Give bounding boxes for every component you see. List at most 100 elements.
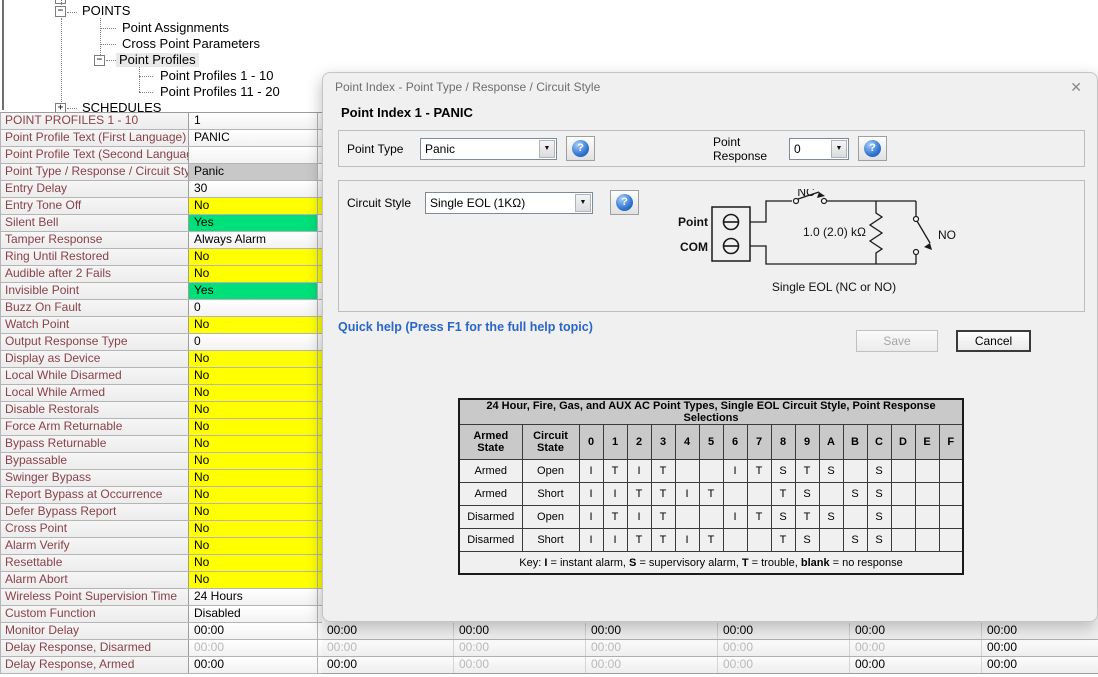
table-row[interactable]: Disable RestoralsNo <box>1 402 322 419</box>
table-row[interactable]: Swinger BypassNo <box>1 470 322 487</box>
time-cell[interactable]: 00:00 <box>586 623 718 639</box>
table-row[interactable]: Defer Bypass ReportNo <box>1 504 322 521</box>
time-cell[interactable]: 00:00 <box>850 657 982 673</box>
row-value[interactable]: 24 Hours <box>189 589 318 605</box>
row-value[interactable]: Yes <box>189 283 318 299</box>
table-row[interactable]: Wireless Point Supervision Time24 Hours <box>1 589 322 606</box>
row-value[interactable]: Disabled <box>189 606 318 622</box>
row-value[interactable]: 0 <box>189 300 318 316</box>
row-value[interactable] <box>189 147 318 163</box>
table-row[interactable]: Cross PointNo <box>1 521 322 538</box>
table-row[interactable]: Watch PointNo <box>1 317 322 334</box>
tree-item-points[interactable]: POINTS <box>79 4 133 18</box>
row-value[interactable]: No <box>189 351 318 367</box>
time-cell[interactable]: 00:00 <box>586 657 718 673</box>
table-row[interactable]: Delay Response, Armed00:00 <box>1 657 322 674</box>
point-type-dropdown[interactable]: Panic ▼ <box>420 138 557 160</box>
table-row[interactable]: Alarm AbortNo <box>1 572 322 589</box>
table-row[interactable]: Buzz On Fault0 <box>1 300 322 317</box>
expander-icon[interactable]: − <box>55 6 66 17</box>
table-row[interactable]: Tamper ResponseAlways Alarm <box>1 232 322 249</box>
row-value[interactable]: No <box>189 368 318 384</box>
row-value[interactable]: No <box>189 198 318 214</box>
table-row[interactable]: Monitor Delay00:00 <box>1 623 322 640</box>
row-value[interactable]: No <box>189 419 318 435</box>
row-value[interactable]: No <box>189 572 318 588</box>
table-row[interactable]: Invisible PointYes <box>1 283 322 300</box>
time-cell[interactable]: 00:00 <box>322 623 454 639</box>
quick-help-link[interactable]: Quick help (Press F1 for the full help t… <box>338 320 593 334</box>
tree-item-point-profiles-11-20[interactable]: Point Profiles 11 - 20 <box>157 85 283 99</box>
table-row[interactable]: Ring Until RestoredNo <box>1 249 322 266</box>
table-row[interactable]: Delay Response, Disarmed00:00 <box>1 640 322 657</box>
table-row[interactable]: Entry Tone OffNo <box>1 198 322 215</box>
table-row[interactable]: ResettableNo <box>1 555 322 572</box>
table-row[interactable]: Silent BellYes <box>1 215 322 232</box>
row-value[interactable]: 00:00 <box>189 657 318 673</box>
time-cell[interactable]: 00:00 <box>718 640 850 656</box>
row-value[interactable]: No <box>189 487 318 503</box>
row-value[interactable]: No <box>189 470 318 486</box>
time-cell[interactable]: 00:00 <box>454 623 586 639</box>
row-value[interactable]: Always Alarm <box>189 232 318 248</box>
row-value[interactable]: Panic <box>189 164 318 180</box>
table-row[interactable]: Report Bypass at OccurrenceNo <box>1 487 322 504</box>
chevron-down-icon[interactable]: ▼ <box>575 194 591 212</box>
time-cell[interactable]: 00:00 <box>454 640 586 656</box>
tree-item-point-profiles[interactable]: Point Profiles <box>116 53 199 67</box>
row-value[interactable]: No <box>189 402 318 418</box>
save-button[interactable]: Save <box>856 330 938 352</box>
row-value[interactable]: No <box>189 538 318 554</box>
table-row[interactable]: BypassableNo <box>1 453 322 470</box>
table-row[interactable]: Point Type / Response / Circuit StylePan… <box>1 164 322 181</box>
time-cell[interactable]: 00:00 <box>982 657 1098 673</box>
table-row[interactable]: POINT PROFILES 1 - 101 <box>1 113 322 130</box>
row-value[interactable]: PANIC <box>189 130 318 146</box>
point-type-help-button[interactable]: ? <box>566 136 595 161</box>
row-value[interactable]: 0 <box>189 334 318 350</box>
circuit-style-dropdown[interactable]: Single EOL (1KΩ) ▼ <box>425 192 593 214</box>
close-icon[interactable]: ✕ <box>1070 80 1082 94</box>
time-cell[interactable]: 00:00 <box>982 623 1098 639</box>
tree-item-point-assignments[interactable]: Point Assignments <box>119 21 232 35</box>
table-row[interactable]: Alarm VerifyNo <box>1 538 322 555</box>
row-value[interactable]: No <box>189 266 318 282</box>
table-row[interactable]: Point Profile Text (First Language)PANIC <box>1 130 322 147</box>
row-value[interactable]: No <box>189 504 318 520</box>
time-cell[interactable]: 00:00 <box>718 623 850 639</box>
chevron-down-icon[interactable]: ▼ <box>539 140 555 158</box>
time-cell[interactable]: 00:00 <box>850 640 982 656</box>
circuit-style-help-button[interactable]: ? <box>610 190 639 215</box>
tree-item-point-profiles-1-10[interactable]: Point Profiles 1 - 10 <box>157 69 276 83</box>
table-row[interactable]: Local While DisarmedNo <box>1 368 322 385</box>
point-response-dropdown[interactable]: 0 ▼ <box>789 138 849 160</box>
row-value[interactable]: 00:00 <box>189 640 318 656</box>
time-cell[interactable]: 00:00 <box>454 657 586 673</box>
point-response-help-button[interactable]: ? <box>858 136 887 161</box>
row-value[interactable]: 30 <box>189 181 318 197</box>
row-value[interactable]: No <box>189 385 318 401</box>
table-row[interactable]: Point Profile Text (Second Language) <box>1 147 322 164</box>
time-cell[interactable]: 00:00 <box>982 640 1098 656</box>
time-cell[interactable]: 00:00 <box>718 657 850 673</box>
row-value[interactable]: No <box>189 521 318 537</box>
row-value[interactable]: No <box>189 249 318 265</box>
row-value[interactable]: No <box>189 436 318 452</box>
row-value[interactable]: 00:00 <box>189 623 318 639</box>
time-cell[interactable]: 00:00 <box>322 657 454 673</box>
row-value[interactable]: No <box>189 317 318 333</box>
chevron-down-icon[interactable]: ▼ <box>831 140 847 158</box>
table-row[interactable]: Force Arm ReturnableNo <box>1 419 322 436</box>
cancel-button[interactable]: Cancel <box>956 330 1031 352</box>
table-row[interactable]: Display as DeviceNo <box>1 351 322 368</box>
time-cell[interactable]: 00:00 <box>322 640 454 656</box>
time-cell[interactable]: 00:00 <box>850 623 982 639</box>
table-row[interactable]: Output Response Type0 <box>1 334 322 351</box>
dialog-titlebar[interactable]: Point Index - Point Type / Response / Ci… <box>323 73 1097 100</box>
tree-item-cross-point-parameters[interactable]: Cross Point Parameters <box>119 37 263 51</box>
row-value[interactable]: Yes <box>189 215 318 231</box>
table-row[interactable]: Custom FunctionDisabled <box>1 606 322 623</box>
expander-icon[interactable]: − <box>94 55 105 66</box>
row-value[interactable]: No <box>189 453 318 469</box>
time-cell[interactable]: 00:00 <box>586 640 718 656</box>
